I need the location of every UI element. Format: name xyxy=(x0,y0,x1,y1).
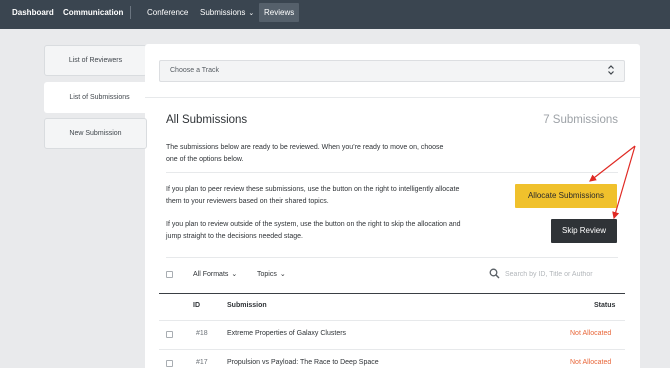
nav-divider xyxy=(130,6,131,19)
page-title: All Submissions xyxy=(166,114,248,126)
nav-submissions[interactable]: Submissions ⌄ xyxy=(195,3,259,22)
table-header-border xyxy=(159,293,625,294)
chevron-down-icon: ⌄ xyxy=(279,271,286,278)
nav-conference[interactable]: Conference xyxy=(142,3,193,22)
row-divider xyxy=(159,349,625,350)
select-all-checkbox[interactable] xyxy=(166,271,173,278)
divider xyxy=(166,172,618,173)
topics-filter[interactable]: Topics ⌄ xyxy=(257,270,286,278)
column-header-status: Status xyxy=(594,302,616,309)
status-badge: Not Allocated xyxy=(570,330,612,337)
nav-reviews[interactable]: Reviews xyxy=(259,3,300,22)
allocate-submissions-button[interactable]: Allocate Submissions xyxy=(515,184,617,208)
column-header-submission: Submission xyxy=(227,302,267,309)
chevron-down-icon: ⌄ xyxy=(231,271,238,278)
search-input[interactable] xyxy=(505,268,620,280)
sidebar-item-submissions[interactable]: List of Submissions xyxy=(44,82,154,113)
top-nav-bar: Dashboard Communication Conference Submi… xyxy=(0,0,670,29)
skip-review-text: If you plan to review outside of the sys… xyxy=(166,221,461,240)
topics-filter-label: Topics xyxy=(257,271,277,278)
divider xyxy=(145,97,640,98)
track-select-placeholder: Choose a Track xyxy=(170,67,220,74)
up-down-chevron-icon xyxy=(607,64,615,77)
nav-submissions-label: Submissions xyxy=(200,8,246,17)
submission-title[interactable]: Propulsion vs Payload: The Race to Deep … xyxy=(227,359,379,366)
row-divider xyxy=(159,320,625,321)
submission-count: 7 Submissions xyxy=(543,114,618,126)
row-checkbox[interactable] xyxy=(166,331,173,338)
peer-review-text: If you plan to peer review these submiss… xyxy=(166,186,460,205)
nav-communication[interactable]: Communication xyxy=(58,3,128,22)
sidebar-item-reviewers[interactable]: List of Reviewers xyxy=(44,45,147,76)
intro-text: The submissions below are ready to be re… xyxy=(166,144,444,163)
formats-filter[interactable]: All Formats ⌄ xyxy=(193,270,237,278)
submission-title[interactable]: Extreme Properties of Galaxy Clusters xyxy=(227,330,346,337)
column-header-id: ID xyxy=(193,302,200,309)
divider xyxy=(166,257,618,258)
search-icon xyxy=(489,268,500,279)
formats-filter-label: All Formats xyxy=(193,271,229,278)
submission-id: #18 xyxy=(196,330,208,337)
skip-review-button[interactable]: Skip Review xyxy=(551,219,617,243)
status-badge: Not Allocated xyxy=(570,359,612,366)
submission-id: #17 xyxy=(196,359,208,366)
track-select[interactable]: Choose a Track xyxy=(159,60,625,82)
sidebar-item-new-submission[interactable]: New Submission xyxy=(44,118,147,149)
row-checkbox[interactable] xyxy=(166,360,173,367)
chevron-down-icon: ⌄ xyxy=(248,10,255,17)
nav-dashboard[interactable]: Dashboard xyxy=(7,3,59,22)
